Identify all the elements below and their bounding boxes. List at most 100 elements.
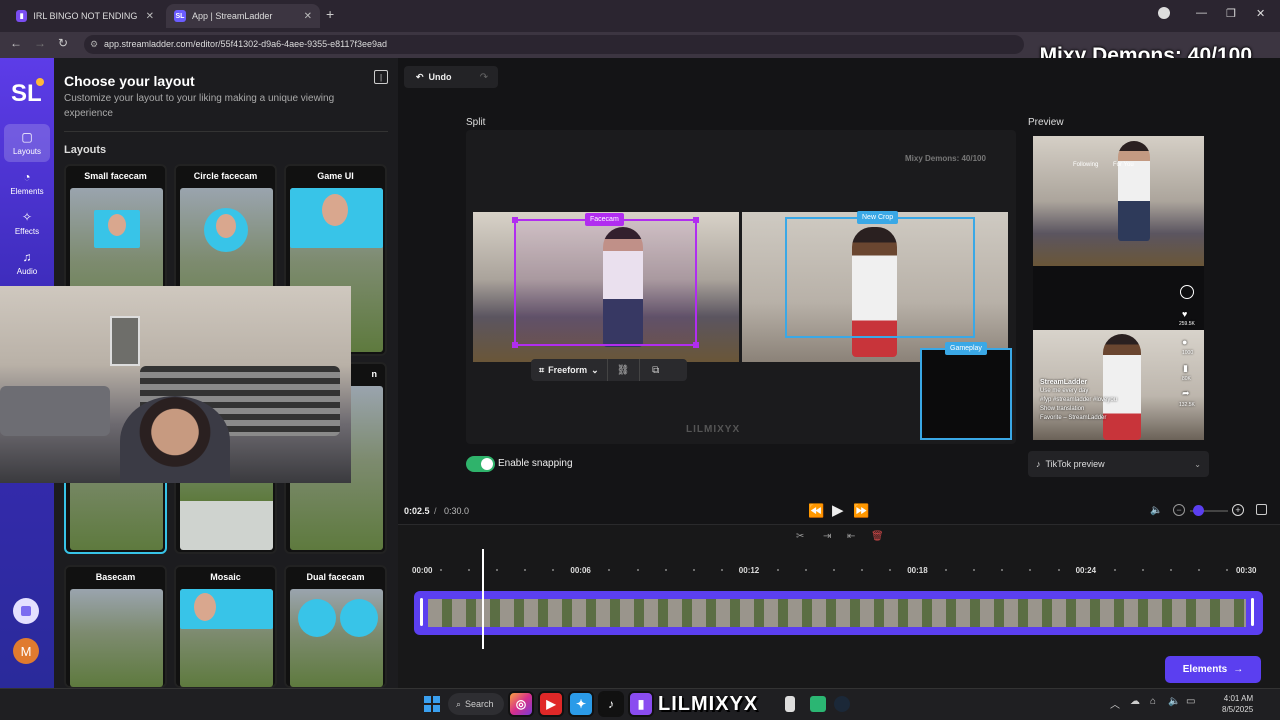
gameplay-crop-box[interactable]: [920, 348, 1012, 440]
chevron-down-icon: ⌄: [591, 364, 599, 375]
timeline-tick-label: 00:00: [412, 566, 433, 575]
timeline-tick-label: 00:24: [1075, 566, 1097, 575]
url-field[interactable]: ⚙ app.streamladder.com/editor/55f41302-d…: [84, 35, 1024, 54]
search-icon: ⌕: [456, 698, 462, 709]
scissors-icon[interactable]: ✂: [796, 531, 804, 542]
timeline-tick-label: 00:18: [907, 566, 928, 575]
timeline-tick-dot: [804, 569, 807, 571]
trim-left-icon[interactable]: ⇤: [847, 531, 855, 542]
instagram-icon: ◎: [508, 691, 534, 717]
steam-icon[interactable]: [834, 696, 850, 712]
close-tab-icon[interactable]: ✕: [304, 11, 312, 22]
avatar[interactable]: M: [13, 638, 39, 664]
maximize-icon[interactable]: ❐: [1226, 7, 1236, 20]
speaker-icon[interactable]: 🔈: [1168, 696, 1180, 707]
copy-icon: ⧉: [652, 364, 660, 376]
social-watermark: LILMIXYX: [686, 424, 741, 435]
redo-button[interactable]: ↷: [474, 67, 494, 87]
clock-time: 4:01 AM: [1223, 694, 1254, 703]
twitch-tab-icon: ▮: [16, 10, 28, 22]
playhead[interactable]: [481, 549, 484, 649]
zoom-slider-knob[interactable]: [1193, 505, 1204, 516]
delete-icon[interactable]: 🗑: [871, 531, 884, 542]
trim-handle-left[interactable]: [420, 598, 423, 626]
rail-item-audio[interactable]: ♫ Audio: [4, 244, 50, 282]
layout-card-basecam[interactable]: Basecam: [64, 565, 167, 688]
facecam-crop-box[interactable]: [512, 217, 699, 348]
zoom-out-icon[interactable]: −: [1173, 504, 1185, 516]
chevron-down-icon: ⌄: [1194, 459, 1201, 469]
tiktok-foryou-tab: For You: [1113, 162, 1134, 168]
taskbar-search[interactable]: ⌕ Search: [448, 693, 504, 715]
network-icon[interactable]: ⌂: [1150, 696, 1156, 707]
forward-icon[interactable]: →: [34, 36, 46, 50]
effects-icon: ✧: [21, 210, 33, 224]
volume-icon[interactable]: 🔈: [1150, 505, 1162, 516]
total-time: 0:30.0: [444, 506, 470, 516]
minimize-icon[interactable]: —: [1196, 7, 1207, 19]
app-icon[interactable]: [810, 696, 826, 712]
comments-count: 1000: [1182, 350, 1194, 356]
rail-item-elements[interactable]: ◔ Elements: [4, 164, 50, 202]
preview-platform-label: TikTok preview: [1045, 459, 1105, 469]
timeline-tick-dot: [776, 569, 779, 571]
browser-tab-streamladder[interactable]: SL App | StreamLadder ✕: [166, 4, 320, 28]
tiktok-icon: ♪: [598, 691, 624, 717]
battery-icon[interactable]: ▭: [1186, 696, 1195, 707]
browser-tab-twitch[interactable]: ▮ IRL BINGO NOT ENDING TILL W ✕: [8, 4, 162, 28]
panel-title: Choose your layout: [64, 73, 195, 89]
duplicate-crop-button[interactable]: ⧉: [640, 359, 672, 381]
undo-button[interactable]: ↶ Undo: [408, 67, 460, 87]
play-icon[interactable]: ▶: [832, 501, 844, 519]
collapse-panel-icon[interactable]: |: [374, 70, 388, 84]
trim-handle-right[interactable]: [1251, 598, 1254, 626]
preview-platform-select[interactable]: ♪ TikTok preview ⌄: [1028, 451, 1209, 477]
site-info-icon[interactable]: ⚙: [90, 35, 98, 54]
layout-card-dual-facecam[interactable]: Dual facecam: [284, 565, 387, 688]
snapping-toggle[interactable]: [466, 456, 495, 472]
taskbar-search-label: Search: [465, 699, 494, 709]
video-filmstrip: [428, 599, 1246, 627]
timeline-tick-dot: [1225, 569, 1228, 571]
rail-item-layouts[interactable]: ▢ Layouts: [4, 124, 50, 162]
close-window-icon[interactable]: ✕: [1256, 7, 1265, 20]
tray-chevron-icon[interactable]: ︿: [1110, 696, 1120, 711]
taskbar-clock[interactable]: 4:01 AM 8/5/2025: [1222, 693, 1253, 715]
current-time: 0:02.5: [404, 506, 430, 516]
snapping-label: Enable snapping: [498, 458, 573, 469]
gameplay-crop-tag: Gameplay: [945, 342, 987, 355]
arrow-right-icon: →: [1233, 664, 1244, 675]
freeform-dropdown[interactable]: ⌗ Freeform ⌄: [531, 359, 608, 381]
timeline-tick-dot: [1113, 569, 1116, 571]
new-crop-box[interactable]: [785, 217, 975, 338]
layout-thumbnail: [70, 589, 163, 687]
fast-forward-icon[interactable]: ⏩: [853, 503, 869, 519]
timeline-tick-label: 00:06: [570, 566, 591, 575]
preview-label: Preview: [1028, 117, 1064, 128]
close-tab-icon[interactable]: ✕: [146, 11, 154, 22]
timeline-tick-dot: [1057, 569, 1060, 571]
extensions-icon[interactable]: [1158, 7, 1170, 19]
stop-icon[interactable]: [13, 598, 39, 624]
reload-icon[interactable]: ↻: [58, 36, 68, 50]
rail-item-effects[interactable]: ✧ Effects: [4, 204, 50, 242]
layout-card-mosaic[interactable]: Mosaic: [174, 565, 277, 688]
timeline-tick-dot: [1169, 569, 1172, 571]
trim-right-icon[interactable]: ⇥: [823, 531, 831, 542]
back-icon[interactable]: ←: [10, 36, 22, 50]
layout-icon: ▢: [21, 130, 33, 144]
link-crop-button[interactable]: ⛓: [608, 359, 640, 381]
elements-button[interactable]: Elements →: [1165, 656, 1261, 683]
cloud-icon[interactable]: ☁: [1130, 696, 1140, 707]
fullscreen-icon[interactable]: [1256, 504, 1267, 515]
bookmark-icon: ▮: [1183, 363, 1188, 373]
file-explorer-icon[interactable]: [785, 696, 795, 712]
rewind-icon[interactable]: ⏪: [808, 503, 824, 519]
windows-start-icon[interactable]: [424, 696, 440, 712]
streamer-webcam-overlay: [0, 286, 351, 483]
new-tab-icon[interactable]: +: [326, 6, 334, 22]
timeline-tick-dot: [636, 569, 639, 571]
tab-label: App | StreamLadder: [192, 11, 273, 21]
layouts-heading: Layouts: [64, 144, 107, 156]
zoom-in-icon[interactable]: +: [1232, 504, 1244, 516]
